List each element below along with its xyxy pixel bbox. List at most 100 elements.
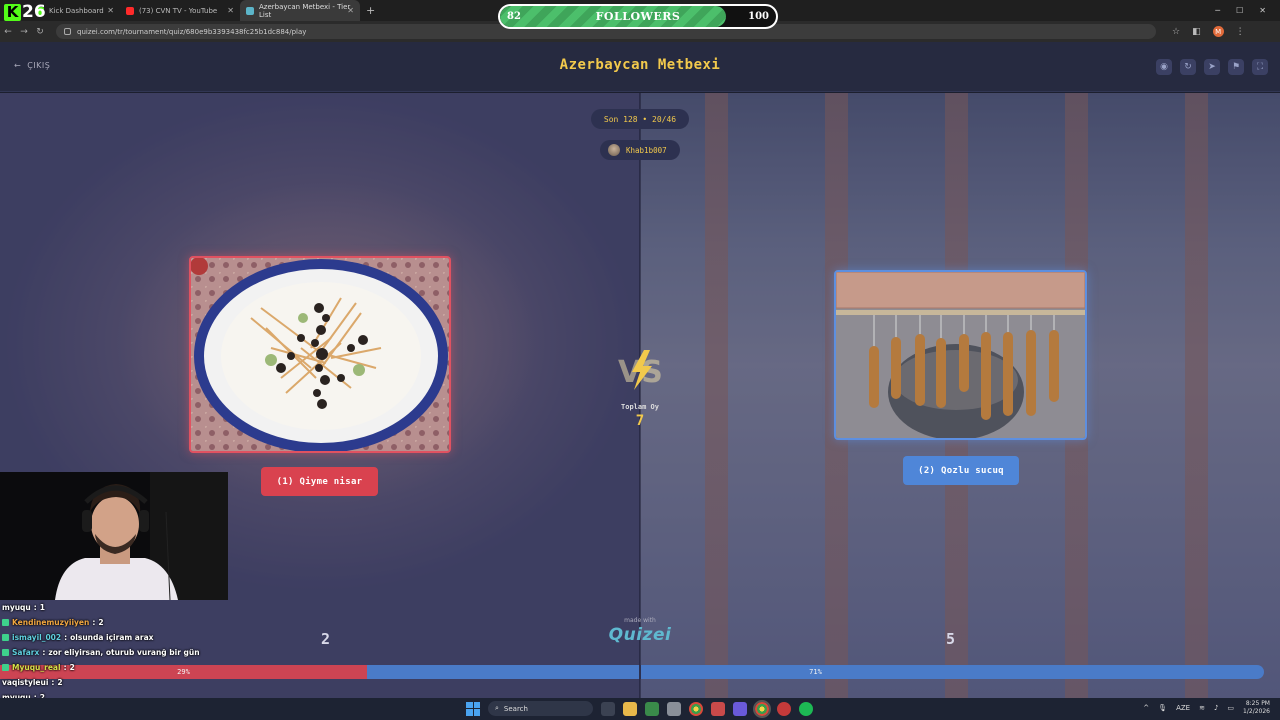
chat-text: zor eliyirsan, oturub vuranğ bir gün [48,648,200,657]
left-choice-image[interactable] [189,256,451,453]
clock-date: 1/2/2026 [1243,708,1270,715]
quizei-logo[interactable]: Quizei [600,625,680,645]
followers-label: FOLLOWERS [595,10,681,23]
chat-message: ismayil_002: olsunda içiram arax [2,630,242,645]
right-result-segment: 71% [367,665,1264,679]
close-tab-icon[interactable]: ✕ [107,6,114,15]
fullscreen-icon[interactable]: ⛶ [1252,59,1268,75]
browser-toolbar: ☆ ◧ M ⋮ [1172,26,1245,37]
center-divider [639,93,641,698]
qiyme-nisar-photo [191,258,449,451]
battery-icon[interactable]: ▭ [1227,704,1234,712]
total-votes-value: 7 [635,413,645,429]
chrome-icon[interactable] [689,701,703,716]
tab-title: Azerbaycan Metbexi - Tier List [259,2,351,19]
chat-separator: : [92,618,96,627]
chat-text: 2 [98,618,104,627]
extensions-icon[interactable]: ◧ [1192,27,1201,37]
total-votes-label: Toplam Oy [621,403,659,411]
chat-message: Myuqu_real:2 [2,660,242,675]
back-icon[interactable]: ← [0,27,16,37]
discord-icon[interactable] [733,701,747,716]
taskbar-clock[interactable]: 8:25 PM 1/2/2026 [1243,700,1270,716]
streamer-webcam [0,472,228,600]
close-tab-icon[interactable]: ✕ [347,6,354,15]
round-info: Son 128 • 20/46 [591,109,689,129]
menu-icon[interactable]: ⋮ [1236,27,1245,37]
kick-logo-year: 26 [22,2,46,22]
taskbar-apps: ⌕ Search [466,699,813,718]
webcam-video [0,472,228,600]
right-choice-image[interactable] [834,270,1087,440]
vs-emblem: VS [612,348,668,392]
choice-right-button[interactable]: (2) Qozlu sucuq [903,456,1019,485]
chat-text: 2 [57,678,63,687]
author-badge[interactable]: Khab1b007 [600,140,680,160]
vs-lightning-icon: VS [618,350,663,390]
followers-goal-bar: 82 FOLLOWERS 100 [498,4,778,29]
windows-taskbar: ⌕ Search ^ 🎙 AZE ≋ ♪ ▭ 8:25 PM 1/2/2026 [0,698,1280,720]
chat-message: Safarx: zor eliyirsan, oturub vuranğ bir … [2,645,242,660]
choice-left-button[interactable]: (1) Qiyme nisar [261,467,378,496]
bookmark-star-icon[interactable]: ☆ [1172,27,1180,37]
spotify-icon[interactable] [799,701,813,716]
kick-logo-k: K [4,3,21,21]
store-icon[interactable] [667,701,681,716]
tab-youtube[interactable]: (73) CVN TV - YouTube ✕ [120,0,240,21]
chat-separator: : [42,648,46,657]
eye-icon[interactable]: ◉ [1156,59,1172,75]
chat-badge-icon [2,664,9,671]
chat-username[interactable]: Kendinemuzyiiyen [12,618,89,627]
wifi-icon[interactable]: ≋ [1199,704,1205,712]
refresh-icon[interactable]: ↻ [1180,59,1196,75]
chat-badge-icon [2,634,9,641]
chat-username[interactable]: ismayil_002 [12,633,61,642]
media-icon[interactable] [711,701,725,716]
chat-username[interactable]: Safarx [12,648,39,657]
tab-title: (73) CVN TV - YouTube [139,6,218,15]
followers-goal: 100 [748,11,769,22]
made-with-label: made with [624,617,656,624]
site-info-icon[interactable] [64,28,71,35]
chat-separator: : [33,603,37,612]
obs-icon[interactable] [777,701,791,716]
task-view-icon[interactable] [601,701,615,716]
taskbar-search-placeholder: Search [503,704,528,713]
close-tab-icon[interactable]: ✕ [227,6,234,15]
forward-icon[interactable]: → [16,27,32,37]
flag-icon[interactable]: ⚑ [1228,59,1244,75]
chat-separator: : [63,663,67,672]
chat-text: 2 [69,663,75,672]
taskbar-search[interactable]: ⌕ Search [488,701,593,716]
close-window-icon[interactable]: ✕ [1259,6,1266,15]
chat-username[interactable]: vaqistyleui [2,678,48,687]
chat-separator: : [51,678,55,687]
tab-quizei[interactable]: Azerbaycan Metbexi - Tier List ✕ [240,0,360,21]
chevron-up-icon[interactable]: ^ [1143,704,1149,712]
reload-icon[interactable]: ↻ [32,27,48,37]
clock-time: 8:25 PM [1245,700,1270,707]
chrome-active-icon[interactable] [753,699,771,718]
chat-username[interactable]: Myuqu_real [12,663,61,672]
file-explorer-icon[interactable] [623,701,637,716]
send-icon[interactable]: ➤ [1204,59,1220,75]
chat-badge-icon [2,649,9,656]
chat-separator: : [64,633,68,642]
maximize-icon[interactable]: ☐ [1236,6,1243,15]
profile-avatar[interactable]: M [1212,26,1224,37]
microphone-icon[interactable]: 🎙 [1158,704,1167,712]
chat-username[interactable]: myuqu [2,603,31,612]
volume-icon[interactable]: ♪ [1214,704,1218,712]
minimize-icon[interactable]: ─ [1215,6,1220,15]
new-tab-button[interactable]: + [360,0,381,21]
search-icon: ⌕ [495,704,499,712]
chat-text: 1 [39,603,45,612]
youtube-icon [126,6,134,15]
chat-badge-icon [2,619,9,626]
results-bar-midline [639,665,641,679]
minecraft-icon[interactable] [645,701,659,716]
system-tray: ^ 🎙 AZE ≋ ♪ ▭ 8:25 PM 1/2/2026 [1143,700,1270,716]
windows-start-icon[interactable] [466,701,480,716]
kick-logo: K 26 [4,2,46,22]
language-indicator[interactable]: AZE [1176,704,1190,712]
